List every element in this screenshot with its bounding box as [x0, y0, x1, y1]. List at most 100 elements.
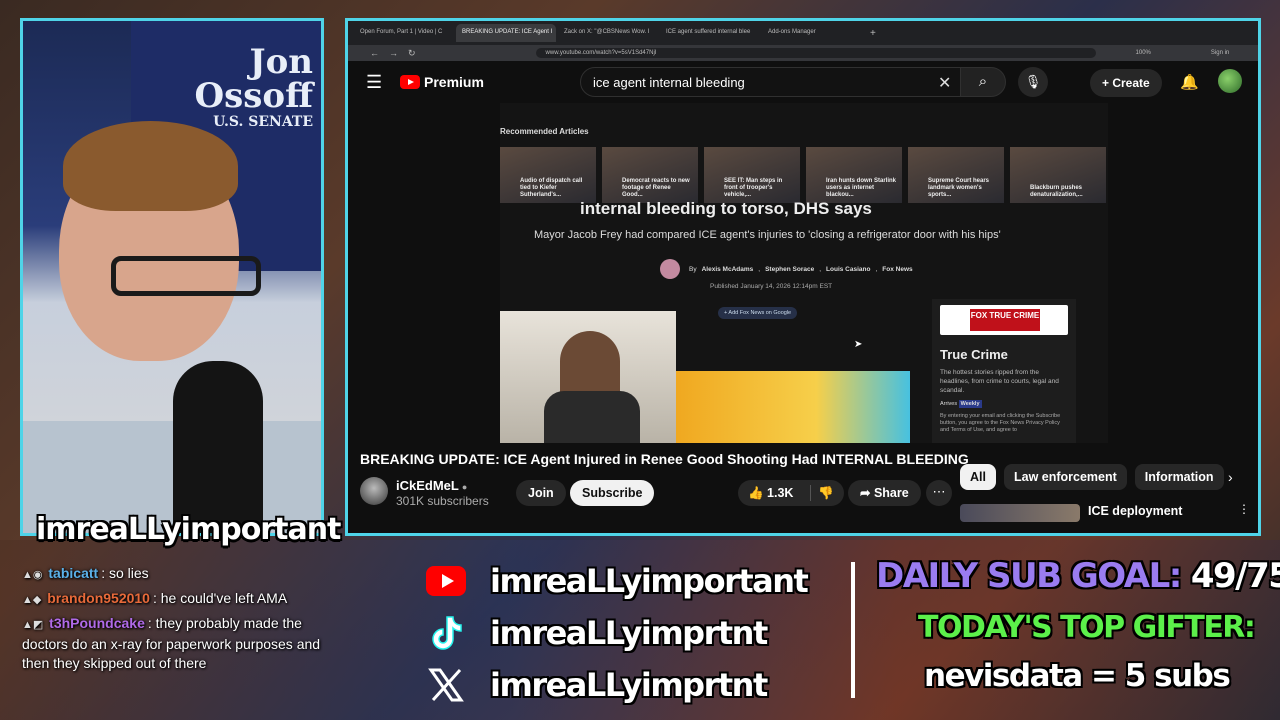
social-handle: imreaLLyimportant: [490, 562, 809, 600]
tiktok-icon: [426, 615, 466, 651]
recommended-thumbnails: Audio of dispatch call tied to Kiefer Su…: [500, 147, 1108, 203]
mouse-cursor-icon: ➤: [854, 339, 863, 350]
chat-message: ▲◆ brandon952010: he could've left AMA: [22, 589, 322, 610]
poster-text: Jon Ossoff U.S. SENATE: [194, 42, 314, 130]
new-tab-icon[interactable]: +: [870, 28, 876, 39]
create-button[interactable]: + Create: [1090, 69, 1162, 97]
chat-message: ▲◉ tabicatt: so lies: [22, 564, 322, 585]
browser-tab[interactable]: ICE agent suffered internal blee: [660, 24, 760, 42]
like-divider: [810, 485, 811, 501]
channel-avatar[interactable]: [360, 477, 388, 505]
video-player[interactable]: Recommended Articles Audio of dispatch c…: [500, 103, 1108, 443]
youtube-header: ☰ Premium ✕ ⌕ 🎙 + Create 🔔: [348, 61, 1258, 103]
recommended-articles-heading: Recommended Articles: [500, 127, 589, 136]
newsletter-frequency: Arrives Weekly: [940, 400, 982, 408]
article-thumbnail: Democrat reacts to new footage of Renee …: [602, 147, 698, 203]
goal-label: DAILY SUB GOAL:: [876, 556, 1182, 596]
related-video-title: ICE deployment: [1088, 504, 1183, 518]
chat-badges-icon: ▲◆: [22, 594, 42, 606]
true-crime-newsletter: FOX TRUE CRIME True Crime The hottest st…: [932, 299, 1076, 443]
related-filter-chips: All Law enforcement Information: [960, 464, 1224, 490]
chip-information[interactable]: Information: [1134, 464, 1224, 490]
hamburger-menu-icon[interactable]: ☰: [366, 72, 384, 93]
youtube-logo[interactable]: Premium: [400, 74, 484, 90]
browser-tab[interactable]: Open Forum, Part 1 | Video | C: [354, 24, 454, 42]
article-thumbnail: Supreme Court hears landmark women's spo…: [908, 147, 1004, 203]
social-handle: imreaLLyimprtnt: [490, 666, 768, 704]
browser-tab-active[interactable]: BREAKING UPDATE: ICE Agent I: [456, 24, 556, 42]
newsletter-description: The hottest stories ripped from the head…: [940, 369, 1059, 394]
thumbs-down-icon[interactable]: 👎: [818, 480, 834, 506]
chip-law-enforcement[interactable]: Law enforcement: [1003, 464, 1127, 490]
like-button[interactable]: 👍 1.3K 👎: [738, 480, 844, 506]
youtube-icon: [426, 563, 466, 599]
share-button[interactable]: ➦ Share: [848, 480, 921, 506]
picture-in-picture-video: [500, 311, 676, 443]
kebab-menu-icon[interactable]: ⋮: [1238, 502, 1250, 516]
microphone-icon: 🎙: [1024, 74, 1042, 89]
top-gifter-value: nevisdata = 5 subs: [924, 658, 1231, 694]
add-source-button: + Add Fox News on Google: [718, 307, 798, 319]
more-actions-icon[interactable]: ⋯: [926, 480, 952, 506]
search-box: [580, 67, 970, 97]
chat-text: he could've left AMA: [160, 590, 288, 606]
url-field[interactable]: www.youtube.com/watch?v=5sV1Sd47NjI: [535, 48, 1096, 58]
chat-message: ▲◩ t3hPoundcake: they probably made the …: [22, 615, 321, 671]
join-button[interactable]: Join: [516, 480, 566, 506]
chat-username: tabicatt: [48, 565, 99, 581]
article-published-date: Published January 14, 2026 12:14pm EST: [710, 283, 833, 290]
chat-text: so lies: [108, 565, 149, 581]
clear-search-icon[interactable]: ✕: [938, 73, 951, 93]
subscribe-button[interactable]: Subscribe: [570, 480, 655, 506]
glasses: [111, 256, 261, 296]
related-video-item[interactable]: ICE deployment ⋮: [960, 502, 1250, 522]
browser-tab[interactable]: Add-ons Manager: [762, 24, 862, 42]
address-bar: ← → ↻ www.youtube.com/watch?v=5sV1Sd47Nj…: [348, 45, 1258, 61]
reload-icon[interactable]: ↻: [408, 48, 416, 59]
verified-icon: ●: [461, 482, 468, 492]
search-input[interactable]: [593, 74, 933, 90]
daily-sub-goal: DAILY SUB GOAL:49/75: [876, 556, 1280, 596]
zoom-level[interactable]: 100%: [1136, 50, 1151, 56]
youtube-play-icon: [400, 75, 420, 89]
x-icon: [426, 667, 466, 703]
article-thumbnail: Iran hunts down Starlink users as intern…: [806, 147, 902, 203]
voice-search-button[interactable]: 🎙: [1018, 67, 1048, 97]
newsletter-title: True Crime: [940, 347, 1008, 362]
chat-badges-icon: ▲◉: [22, 569, 43, 581]
social-handle: imreaLLyimprtnt: [490, 614, 768, 652]
social-tiktok: imreaLLyimprtnt: [426, 614, 768, 652]
author-photo: [660, 259, 680, 279]
social-youtube: imreaLLyimportant: [426, 562, 809, 600]
thumbs-up-icon: 👍: [748, 486, 768, 500]
article-headline: internal bleeding to torso, DHS says: [580, 199, 872, 218]
article-thumbnail: Blackburn pushes denaturalization,...: [1010, 147, 1106, 203]
sign-in-button[interactable]: Sign in: [1211, 50, 1229, 56]
chevron-right-icon[interactable]: ›: [1228, 469, 1233, 485]
notifications-bell-icon[interactable]: 🔔: [1180, 73, 1199, 91]
social-x: imreaLLyimprtnt: [426, 666, 768, 704]
search-button[interactable]: ⌕: [960, 67, 1006, 97]
account-avatar[interactable]: [1218, 69, 1242, 93]
plus-icon: +: [1102, 76, 1113, 90]
article-thumbnail: Audio of dispatch call tied to Kiefer Su…: [500, 147, 596, 203]
goal-value: 49/75: [1190, 556, 1280, 596]
forward-icon[interactable]: →: [389, 48, 398, 58]
newsletter-legal: By entering your email and clicking the …: [940, 413, 1061, 433]
top-gifter-label: TODAY'S TOP GIFTER:: [918, 610, 1256, 645]
article-image: [676, 371, 910, 443]
article-subheadline: Mayor Jacob Frey had compared ICE agent'…: [534, 229, 1001, 241]
back-icon[interactable]: ←: [370, 48, 379, 58]
browser-tab-bar: Open Forum, Part 1 | Video | C BREAKING …: [348, 21, 1258, 45]
subscriber-count: 301K subscribers: [396, 494, 489, 508]
streamer-hair: [63, 121, 238, 211]
chat-username: brandon952010: [47, 590, 150, 606]
chip-all[interactable]: All: [960, 464, 996, 490]
share-icon: ➦: [860, 486, 874, 500]
streamer-name: imreaLLyimportant: [36, 512, 341, 547]
article-thumbnail: SEE IT: Man steps in front of trooper's …: [704, 147, 800, 203]
video-title: BREAKING UPDATE: ICE Agent Injured in Re…: [360, 451, 969, 467]
fox-true-crime-logo: FOX TRUE CRIME: [940, 305, 1068, 335]
channel-name[interactable]: iCkEdMeL ●: [396, 478, 467, 493]
browser-tab[interactable]: Zack on X: "@CBSNews Wow. I: [558, 24, 658, 42]
